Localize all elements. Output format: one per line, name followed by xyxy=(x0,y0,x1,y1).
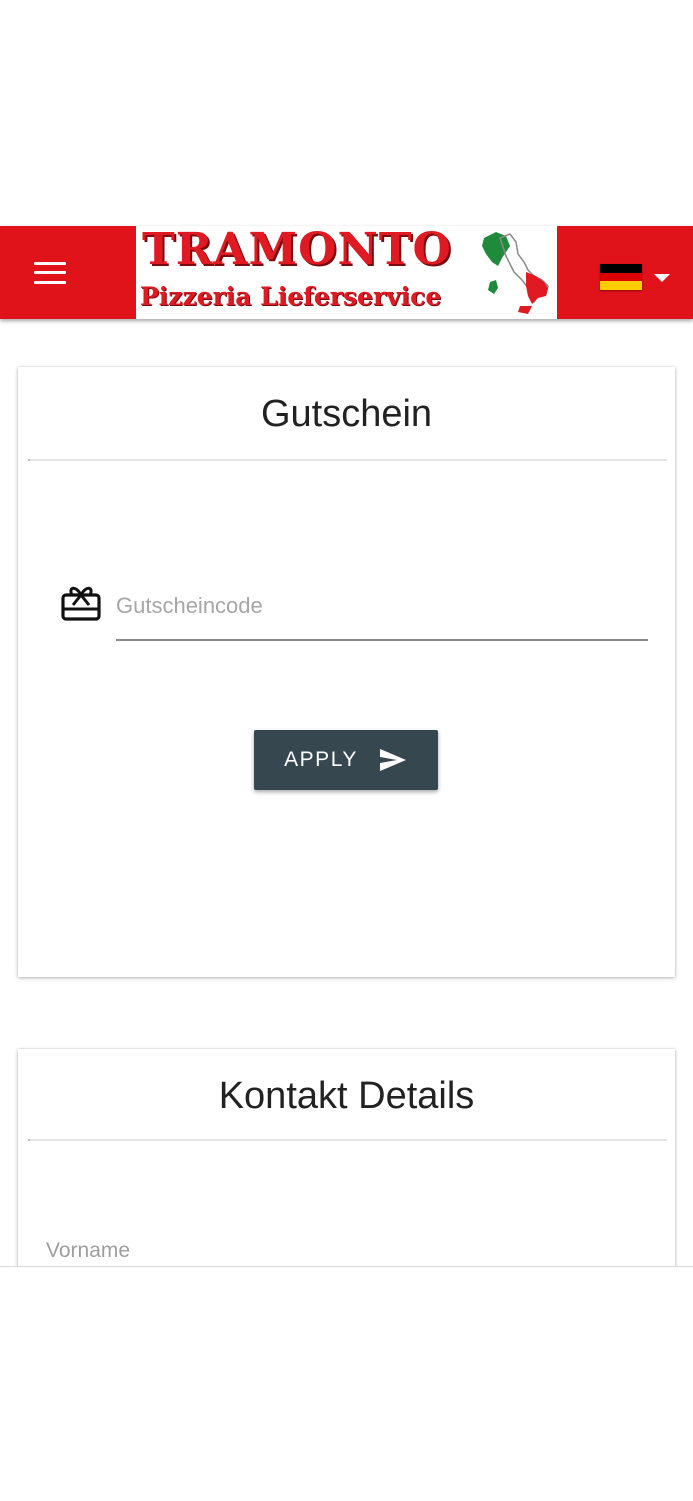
contact-card-divider xyxy=(28,1139,667,1141)
voucher-code-field[interactable] xyxy=(116,577,648,641)
language-selector[interactable] xyxy=(557,226,693,319)
hamburger-menu-icon xyxy=(34,261,66,284)
contact-details-card: Kontakt Details Vorname xyxy=(18,1049,675,1289)
status-bar-area xyxy=(0,0,693,226)
italy-map-icon xyxy=(482,232,549,314)
first-name-label[interactable]: Vorname xyxy=(46,1239,130,1263)
voucher-card-divider xyxy=(28,459,667,461)
voucher-card: Gutschein APPLY xyxy=(18,367,675,977)
gift-card-icon xyxy=(61,586,101,621)
logo-subtitle: Pizzeria Lieferservice xyxy=(140,282,442,311)
voucher-code-input[interactable] xyxy=(116,589,636,623)
bottom-blank-panel xyxy=(0,1266,693,1501)
send-icon xyxy=(379,749,406,771)
voucher-card-title: Gutschein xyxy=(260,393,433,435)
app-header: TRAMONTO Pizzeria Lieferservice xyxy=(0,226,693,319)
restaurant-logo[interactable]: TRAMONTO Pizzeria Lieferservice xyxy=(136,226,557,319)
contact-card-title: Kontakt Details xyxy=(218,1075,475,1117)
germany-flag-icon xyxy=(600,264,642,290)
apply-button-label: APPLY xyxy=(284,748,358,771)
caret-down-icon xyxy=(654,274,670,282)
apply-button[interactable]: APPLY xyxy=(254,730,438,790)
logo-title: TRAMONTO xyxy=(142,226,452,275)
menu-button[interactable] xyxy=(0,226,100,319)
